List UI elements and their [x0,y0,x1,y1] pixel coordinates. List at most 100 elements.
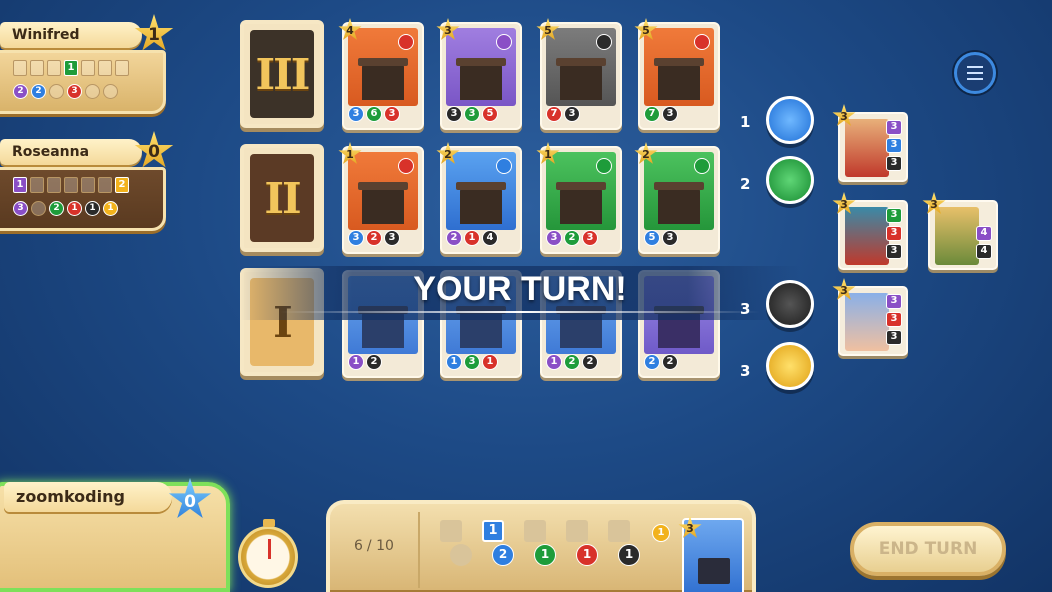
player-tray: 6/ 10 1 2 1 1 1 1 [326,500,756,592]
cost-red: 2 [366,230,382,246]
red-gem-icon [694,34,710,50]
cost-red: 5 [482,106,498,122]
building-icon [456,58,506,100]
noble-req-red: 3 [886,226,902,241]
card-slot [98,60,112,76]
owned-card-slot [524,520,546,542]
cost-blue: 5 [644,230,660,246]
noble-req-purple: 3 [886,294,902,309]
player-name-roseanna: Roseanna [0,139,142,165]
owned-card-blue: 1 [482,520,504,542]
cost-blue: 3 [348,230,364,246]
card-slot-purple: 1 [13,177,27,193]
token-blue: 2 [492,544,514,566]
noble-portrait [935,207,979,265]
building-icon [556,58,606,100]
menu-icon[interactable] [954,52,996,94]
token-dot-purple: 3 [13,201,28,216]
cost-black: 2 [366,354,382,370]
cost-purple: 1 [546,354,562,370]
purple-gem-icon [496,34,512,50]
development-card[interactable]: 2 1 4 [440,146,522,254]
card-slot [64,177,78,193]
token-count: 3 [740,300,751,318]
token-dot [31,201,46,216]
gold-token-icon[interactable] [766,342,814,390]
token-red: 1 [576,544,598,566]
cost-black: 3 [564,106,580,122]
building-icon [556,182,606,224]
blue-gem-icon [496,158,512,174]
black-gem-icon [596,34,612,50]
building-icon [654,182,704,224]
green-gem-token-icon[interactable] [766,156,814,204]
token-dot [49,84,64,99]
noble-req-black: 3 [886,330,902,345]
cost-black: 3 [662,230,678,246]
cost-green: 2 [564,230,580,246]
development-card[interactable]: 3 3 5 [440,22,522,130]
owned-token-slot [450,544,472,566]
timer-icon [238,519,298,588]
noble-req-black: 4 [976,244,992,259]
cost-black: 3 [446,106,462,122]
noble-portrait [845,119,889,177]
token-dot-red: 1 [67,201,82,216]
green-gem-icon [596,158,612,174]
cost-black: 2 [662,354,678,370]
cost-red: 1 [464,230,480,246]
card-slot-green: 1 [64,60,78,76]
card-slot [81,177,95,193]
development-card[interactable]: 5 3 [638,146,720,254]
tier-numeral: III [255,49,311,99]
token-gold: 1 [652,524,670,542]
card-slot [30,60,44,76]
token-dot-red: 3 [67,84,82,99]
black-gem-token-icon[interactable] [766,280,814,328]
turn-banner-line [280,311,760,313]
noble-req-purple: 3 [886,120,902,135]
blue-gem-token-icon[interactable] [766,96,814,144]
token-count: 1 [740,113,751,131]
card-slot [30,177,44,193]
noble-portrait [845,207,889,265]
noble-req-red: 3 [886,312,902,327]
tier-2-deck[interactable]: II [240,144,324,252]
building-icon [456,182,506,224]
development-card[interactable]: 7 3 [540,22,622,130]
cost-red: 7 [546,106,562,122]
development-card[interactable]: 3 2 3 [342,146,424,254]
token-dot-gold: 1 [103,201,118,216]
tier-numeral: II [264,173,301,223]
owned-card-slot [566,520,588,542]
cost-purple: 1 [348,354,364,370]
cost-green: 6 [366,106,382,122]
tier-3-deck[interactable]: III [240,20,324,128]
noble-portrait [845,293,889,351]
card-slot [98,177,112,193]
cost-purple: 3 [546,230,562,246]
cost-purple: 2 [446,230,462,246]
card-slot [47,177,61,193]
cost-blue: 1 [446,354,462,370]
token-green: 1 [534,544,556,566]
cost-black: 4 [482,230,498,246]
player-panel-roseanna[interactable]: 1 2 3 2 1 1 1 [0,167,166,231]
end-turn-button[interactable]: END TURN [850,522,1006,576]
player-panel-winifred[interactable]: 1 2 2 3 [0,50,166,114]
development-card[interactable]: 3 6 3 [342,22,424,130]
hand-limit-value: 10 [376,538,394,554]
red-gem-icon [398,158,414,174]
building-icon [358,58,408,100]
development-card[interactable]: 3 2 3 [540,146,622,254]
turn-banner-text: YOUR TURN! [413,270,627,308]
cost-blue: 2 [644,354,660,370]
token-count: 2 [740,175,751,193]
cost-green: 3 [464,354,480,370]
card-slot [81,60,95,76]
card-slot [13,60,27,76]
owned-card-slot [440,520,462,542]
development-card[interactable]: 7 3 [638,22,720,130]
self-player-name: zoomkoding [4,482,172,512]
cost-green: 3 [464,106,480,122]
